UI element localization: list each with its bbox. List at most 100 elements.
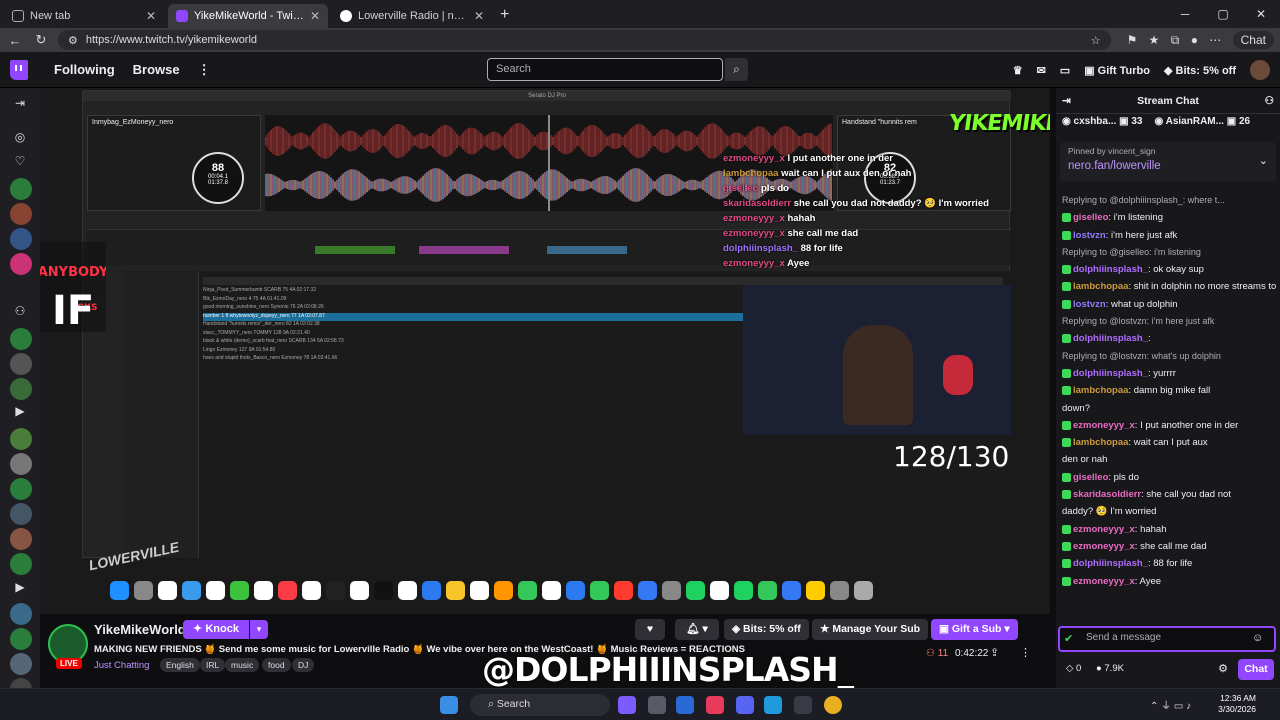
dock-app-icon[interactable] [254,580,273,600]
bookmark-star-icon[interactable]: ☆ [1091,34,1101,47]
dock-app-icon[interactable] [590,580,609,600]
channel-avatar[interactable] [10,378,32,400]
dock-app-icon[interactable] [518,580,537,600]
dock-app-icon[interactable] [614,580,633,600]
channel-avatar[interactable] [10,603,32,625]
library-track-row[interactable]: Handstand "hunnits remix"_der_nero 82 1A… [203,321,320,329]
bits-balance[interactable]: ● 7.9K [1096,663,1124,674]
dock-app-icon[interactable] [542,580,561,600]
profile-icon[interactable]: ● [1191,33,1198,47]
dock-app-icon[interactable] [494,580,513,600]
tag-food[interactable]: food [262,658,291,672]
dock-app-icon[interactable] [806,580,825,600]
chat-message[interactable]: ezmoneyyy_x: hahah [1062,521,1276,538]
category-link[interactable]: Just Chatting [94,660,149,671]
chat-message[interactable]: den or nah [1062,451,1276,468]
chat-message[interactable]: ezmoneyyy_x: I put another one in der [1062,417,1276,434]
close-icon[interactable]: ✕ [310,9,320,23]
tag-dj[interactable]: DJ [292,658,315,672]
video-icon[interactable]: ▶ [11,404,29,422]
dock-app-icon[interactable] [470,580,489,600]
gift-sub-button[interactable]: ▣ Gift a Sub ▾ [931,619,1018,640]
more-menu-icon[interactable]: ⋮ [198,62,211,78]
dock-app-icon[interactable] [374,580,393,600]
people-icon[interactable]: ⚇ [11,304,29,322]
channel-name[interactable]: YikeMikeWorld [94,622,186,637]
chat-message[interactable]: giselleo: pls do [1062,469,1276,486]
chat-message[interactable]: dolphiiinsplash_: 88 for life [1062,555,1276,572]
site-info-icon[interactable]: ⚙ [68,34,78,47]
dock-app-icon[interactable] [398,580,417,600]
chat-users-icon[interactable]: ⚇ [1265,88,1274,114]
extensions-icon[interactable]: ⚑ [1127,33,1138,47]
whispers-icon[interactable]: ▭ [1060,64,1070,77]
channel-avatar[interactable] [10,528,32,550]
leaderboard-entry[interactable]: ◉ cxshba... ▣ 33 [1062,116,1142,132]
emote-picker-icon[interactable]: ☺ [1252,632,1263,644]
dock-app-icon[interactable] [758,580,777,600]
video-player[interactable]: Serato DJ Pro Inmybag_EzMoneyy_nero 88 0… [40,88,1050,614]
chat-username[interactable]: lostvzn [1073,230,1106,241]
chevron-down-icon[interactable]: ▾ [250,620,268,639]
maximize-icon[interactable]: ▢ [1204,7,1242,21]
dock-app-icon[interactable] [206,580,225,600]
chat-message[interactable]: dolphiiinsplash_: ok okay sup [1062,261,1276,278]
dock-app-icon[interactable] [662,580,681,600]
chat-message[interactable]: lostvzn: what up dolphin [1062,296,1276,313]
minimize-icon[interactable]: ─ [1166,7,1204,21]
channel-avatar[interactable] [10,628,32,650]
window-close-icon[interactable]: ✕ [1242,7,1280,21]
user-avatar[interactable] [1250,60,1270,80]
badge-picker-icon[interactable]: ✔ [1064,632,1073,645]
dock-app-icon[interactable] [638,580,657,600]
library-track-row[interactable]: hoes and stupid thots_Basco_nero Ezmoney… [203,355,337,363]
dock-app-icon[interactable] [566,580,585,600]
dock-app-icon[interactable] [230,580,249,600]
chat-message[interactable]: ezmoneyyy_x: Ayee [1062,573,1276,590]
chat-message-input[interactable]: Send a message [1058,626,1276,652]
dock-app-icon[interactable] [830,580,849,600]
browse-link[interactable]: Browse [133,62,180,77]
follow-heart-icon[interactable]: ♥ [635,619,665,640]
dock-app-icon[interactable] [134,580,153,600]
dock-app-icon[interactable] [350,580,369,600]
chat-username[interactable]: lambchopaa [1073,281,1128,292]
chrome-icon[interactable] [824,696,842,714]
chat-username[interactable]: lostvzn [1073,299,1106,310]
dock-app-icon[interactable] [782,580,801,600]
tag-music[interactable]: music [225,658,260,672]
channel-avatar[interactable] [10,228,32,250]
copilot-icon[interactable] [618,696,636,714]
expand-rail-icon[interactable]: ⇥ [11,96,29,114]
library-track-row[interactable]: Lingo Ezmoney 137 9A 01:54.80 [203,347,275,355]
edge-browser-icon[interactable] [764,696,782,714]
chat-username[interactable]: ezmoneyyy_x [1073,576,1135,587]
chat-message[interactable]: Replying to @giselleo: i'm listening [1062,244,1276,261]
dock-app-icon[interactable] [854,580,873,600]
dock-app-icon[interactable] [422,580,441,600]
library-track-row[interactable]: good morning_sunshine_nero Synonie 76 2A… [203,304,324,312]
chat-username[interactable]: giselleo [1073,472,1108,483]
twitch-logo-icon[interactable] [10,59,28,80]
channel-avatar[interactable] [10,253,32,275]
dock-app-icon[interactable] [734,580,753,600]
app-icon[interactable] [676,696,694,714]
pinned-link[interactable]: nero.fan/lowerville [1068,160,1161,172]
manage-sub-button[interactable]: ★ Manage Your Sub [812,619,929,640]
chat-message[interactable]: Replying to @lostvzn: what's up dolphin [1062,348,1276,365]
chat-username[interactable]: ezmoneyyy_x [1073,541,1135,552]
search-input[interactable]: Search [487,58,723,81]
chat-username[interactable]: dolphiiinsplash_ [1073,264,1148,275]
chat-username[interactable]: dolphiiinsplash_ [1073,558,1148,569]
close-icon[interactable]: ✕ [146,9,156,23]
dock-app-icon[interactable] [686,580,705,600]
chat-message[interactable]: lostvzn: i'm here just afk [1062,227,1276,244]
tag-irl[interactable]: IRL [200,658,226,672]
dock-app-icon[interactable] [278,580,297,600]
library-track-row[interactable]: number 1 ft whytewoolyz_dopeyy_nero 77 1… [203,312,783,321]
bits-offer-button[interactable]: ◈ Bits: 5% off [724,619,809,640]
search-icon[interactable]: ⌕ [725,58,748,81]
notifications-bell-icon[interactable]: 🔔︎ ▾ [675,619,719,640]
start-windows-icon[interactable] [440,696,458,714]
library-track-row[interactable]: stacc_TOMMYY_nero TOMMY 128 9A 02:21.40 [203,330,310,338]
